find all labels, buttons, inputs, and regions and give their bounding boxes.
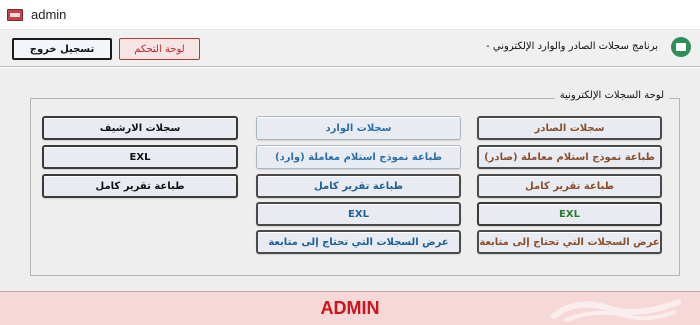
window-title: admin: [31, 7, 67, 22]
outgoing-records-button[interactable]: سجلات الصادر: [477, 116, 662, 140]
print-outgoing-report-button[interactable]: طباعة تقرير كامل: [477, 174, 662, 198]
archive-exl-button[interactable]: EXL: [42, 145, 238, 169]
footer-bar: ADMIN: [0, 291, 700, 325]
archive-records-button[interactable]: سجلات الارشيف: [42, 116, 238, 140]
incoming-exl-button[interactable]: EXL: [256, 202, 461, 226]
app-title: برنامج سجلات الصادر والوارد الإلكتروني -: [486, 41, 658, 52]
print-incoming-receipt-button[interactable]: طباعة نموذج استلام معاملة (وارد): [256, 145, 461, 169]
watermark-logo: [551, 299, 681, 322]
incoming-followup-button[interactable]: عرض السجلات التي تحتاج إلى متابعة: [256, 230, 461, 254]
control-panel-button[interactable]: لوحة التحكم: [119, 38, 200, 60]
logout-button[interactable]: تسجيل خروج: [12, 38, 112, 60]
outgoing-followup-button[interactable]: عرض السجلات التي تحتاج إلى متابعة: [477, 230, 662, 254]
group-label: لوحة السجلات الإلكترونية: [554, 90, 669, 101]
outgoing-exl-button[interactable]: EXL: [477, 202, 662, 226]
print-archive-report-button[interactable]: طباعة تقرير كامل: [42, 174, 238, 198]
main-panel: لوحة السجلات الإلكترونية سجلات الصادر طب…: [0, 68, 700, 291]
access-app-icon: [7, 9, 23, 21]
folder-icon: [671, 37, 691, 57]
print-outgoing-receipt-button[interactable]: طباعة نموذج استلام معاملة (صادر): [477, 145, 662, 169]
incoming-records-button[interactable]: سجلات الوارد: [256, 116, 461, 140]
window-titlebar: admin: [0, 0, 700, 30]
print-incoming-report-button[interactable]: طباعة تقرير كامل: [256, 174, 461, 198]
header-bar: تسجيل خروج لوحة التحكم برنامج سجلات الصا…: [0, 30, 700, 67]
